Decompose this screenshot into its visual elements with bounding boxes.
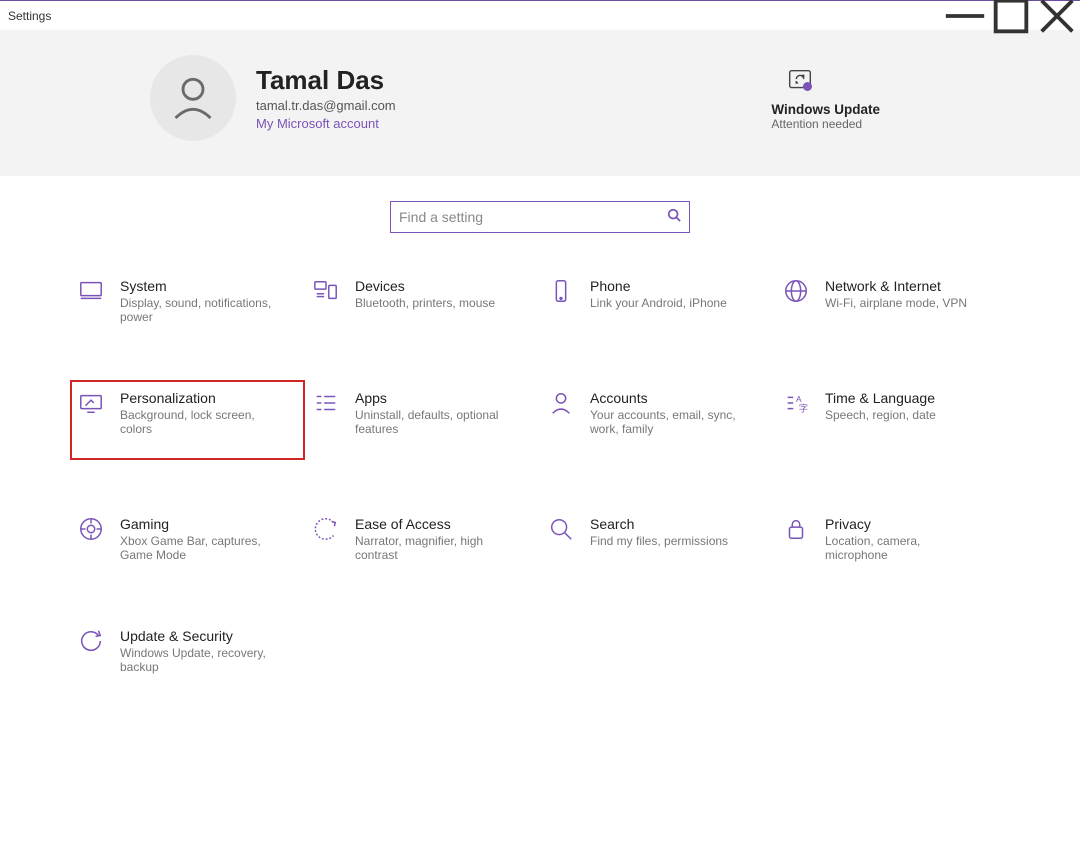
- tile-title: Personalization: [120, 390, 280, 406]
- search-wrap: [0, 176, 1080, 268]
- network-icon: [781, 278, 811, 308]
- tile-subtitle: Background, lock screen, colors: [120, 408, 280, 436]
- search-icon: [667, 208, 681, 227]
- tile-gaming[interactable]: Gaming Xbox Game Bar, captures, Game Mode: [70, 506, 305, 572]
- tile-text: Update & Security Windows Update, recover…: [120, 628, 280, 674]
- tile-title: Phone: [590, 278, 727, 294]
- tile-devices[interactable]: Devices Bluetooth, printers, mouse: [305, 268, 540, 334]
- tile-subtitle: Link your Android, iPhone: [590, 296, 727, 310]
- devices-icon: [311, 278, 341, 308]
- tile-system[interactable]: System Display, sound, notifications, pow…: [70, 268, 305, 334]
- tile-text: Privacy Location, camera, microphone: [825, 516, 985, 562]
- tile-title: Accounts: [590, 390, 750, 406]
- phone-icon: [546, 278, 576, 308]
- tile-title: Gaming: [120, 516, 280, 532]
- tile-title: Ease of Access: [355, 516, 515, 532]
- tile-title: Time & Language: [825, 390, 936, 406]
- windows-update-card[interactable]: Windows Update Attention needed: [771, 66, 1030, 131]
- tile-title: Devices: [355, 278, 495, 294]
- tile-text: Phone Link your Android, iPhone: [590, 278, 727, 324]
- tile-title: Privacy: [825, 516, 985, 532]
- tile-text: Search Find my files, permissions: [590, 516, 728, 562]
- user-profile[interactable]: Tamal Das tamal.tr.das@gmail.com My Micr…: [150, 55, 396, 141]
- tile-time-language[interactable]: Time & Language Speech, region, date: [775, 380, 1010, 460]
- tile-subtitle: Uninstall, defaults, optional features: [355, 408, 515, 436]
- apps-icon: [311, 390, 341, 420]
- tile-subtitle: Bluetooth, printers, mouse: [355, 296, 495, 310]
- tile-title: Apps: [355, 390, 515, 406]
- tile-text: Devices Bluetooth, printers, mouse: [355, 278, 495, 324]
- personalize-icon: [76, 390, 106, 420]
- tile-text: System Display, sound, notifications, pow…: [120, 278, 280, 324]
- tile-privacy[interactable]: Privacy Location, camera, microphone: [775, 506, 1010, 572]
- tile-update-security[interactable]: Update & Security Windows Update, recover…: [70, 618, 305, 684]
- user-name: Tamal Das: [256, 65, 396, 96]
- header: Tamal Das tamal.tr.das@gmail.com My Micr…: [0, 30, 1080, 176]
- tile-text: Gaming Xbox Game Bar, captures, Game Mode: [120, 516, 280, 562]
- tile-search[interactable]: Search Find my files, permissions: [540, 506, 775, 572]
- tile-subtitle: Xbox Game Bar, captures, Game Mode: [120, 534, 280, 562]
- close-button[interactable]: [1034, 1, 1080, 31]
- tile-subtitle: Windows Update, recovery, backup: [120, 646, 280, 674]
- update-icon: [771, 66, 880, 96]
- window-title: Settings: [8, 9, 51, 23]
- privacy-icon: [781, 516, 811, 546]
- search-icon: [546, 516, 576, 546]
- tile-phone[interactable]: Phone Link your Android, iPhone: [540, 268, 775, 334]
- tile-subtitle: Your accounts, email, sync, work, family: [590, 408, 750, 436]
- ease-of-access-icon: [311, 516, 341, 546]
- accounts-icon: [546, 390, 576, 420]
- time-language-icon: [781, 390, 811, 420]
- tile-subtitle: Narrator, magnifier, high contrast: [355, 534, 515, 562]
- user-meta: Tamal Das tamal.tr.das@gmail.com My Micr…: [256, 65, 396, 131]
- tile-accounts[interactable]: Accounts Your accounts, email, sync, work…: [540, 380, 775, 460]
- tile-text: Apps Uninstall, defaults, optional featur…: [355, 390, 515, 450]
- user-email: tamal.tr.das@gmail.com: [256, 98, 396, 113]
- tile-title: System: [120, 278, 280, 294]
- update-subtitle: Attention needed: [771, 117, 880, 131]
- tile-text: Time & Language Speech, region, date: [825, 390, 936, 450]
- tile-subtitle: Location, camera, microphone: [825, 534, 985, 562]
- tile-text: Personalization Background, lock screen, …: [120, 390, 280, 436]
- tile-text: Accounts Your accounts, email, sync, work…: [590, 390, 750, 450]
- tile-personalization[interactable]: Personalization Background, lock screen, …: [70, 380, 305, 460]
- tile-text: Ease of Access Narrator, magnifier, high …: [355, 516, 515, 562]
- system-icon: [76, 278, 106, 308]
- title-bar: Settings: [0, 0, 1080, 30]
- minimize-button[interactable]: [942, 1, 988, 31]
- account-link[interactable]: My Microsoft account: [256, 116, 396, 131]
- window-buttons: [942, 1, 1080, 31]
- tile-ease-of-access[interactable]: Ease of Access Narrator, magnifier, high …: [305, 506, 540, 572]
- tile-subtitle: Speech, region, date: [825, 408, 936, 422]
- search-input[interactable]: [399, 209, 667, 225]
- tile-subtitle: Wi-Fi, airplane mode, VPN: [825, 296, 967, 310]
- search-box[interactable]: [390, 201, 690, 233]
- gaming-icon: [76, 516, 106, 546]
- tile-title: Network & Internet: [825, 278, 967, 294]
- category-grid: System Display, sound, notifications, pow…: [0, 268, 1080, 684]
- tile-network-internet[interactable]: Network & Internet Wi-Fi, airplane mode, …: [775, 268, 1010, 334]
- update-security-icon: [76, 628, 106, 658]
- tile-title: Search: [590, 516, 728, 532]
- tile-subtitle: Display, sound, notifications, power: [120, 296, 280, 324]
- tile-apps[interactable]: Apps Uninstall, defaults, optional featur…: [305, 380, 540, 460]
- tile-subtitle: Find my files, permissions: [590, 534, 728, 548]
- maximize-button[interactable]: [988, 1, 1034, 31]
- tile-title: Update & Security: [120, 628, 280, 644]
- avatar: [150, 55, 236, 141]
- attention-dot-icon: [803, 82, 812, 91]
- update-title: Windows Update: [771, 102, 880, 117]
- tile-text: Network & Internet Wi-Fi, airplane mode, …: [825, 278, 967, 324]
